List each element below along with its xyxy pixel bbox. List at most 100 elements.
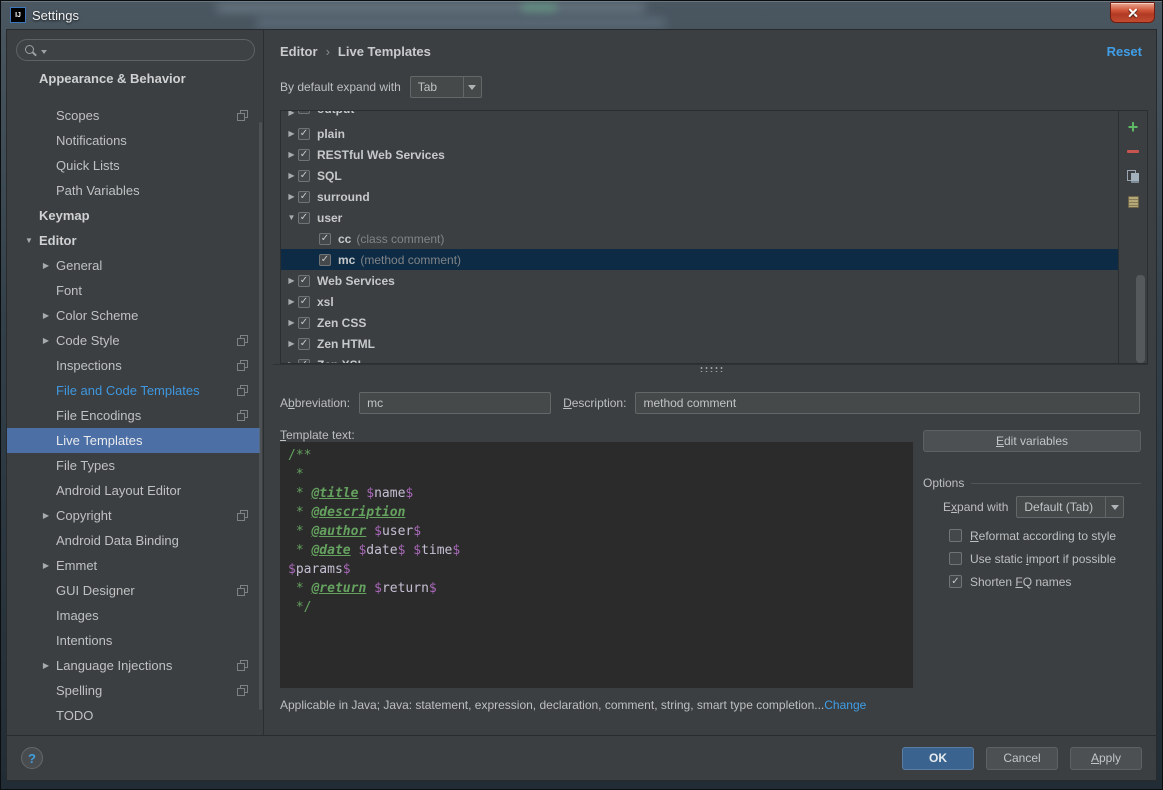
breadcrumb-editor[interactable]: Editor	[280, 44, 318, 59]
sidebar-item-intentions[interactable]: Intentions	[7, 628, 260, 653]
default-expand-dropdown[interactable]: Tab	[410, 76, 482, 98]
add-template-button[interactable]: +	[1124, 118, 1142, 135]
option-checkbox[interactable]	[949, 552, 962, 565]
template-row-web-services[interactable]: ▶Web Services	[281, 270, 1118, 291]
template-enabled-checkbox[interactable]	[298, 212, 310, 224]
template-enabled-checkbox[interactable]	[298, 359, 310, 364]
close-button[interactable]	[1110, 2, 1155, 23]
sidebar-item-file-types[interactable]: File Types	[7, 453, 260, 478]
search-options-arrow-icon[interactable]	[41, 50, 47, 54]
template-enabled-checkbox[interactable]	[298, 296, 310, 308]
template-row-zen-html[interactable]: ▶Zen HTML	[281, 333, 1118, 354]
option-use-static-import-if-possible[interactable]: Use static import if possible	[923, 547, 1141, 570]
restore-defaults-button[interactable]	[1124, 193, 1142, 210]
sidebar-item-android-layout-editor[interactable]: Android Layout Editor	[7, 478, 260, 503]
template-row-zen-css[interactable]: ▶Zen CSS	[281, 312, 1118, 333]
sidebar-item-spelling[interactable]: Spelling	[7, 678, 260, 703]
tree-collapsed-arrow-icon[interactable]: ▶	[285, 186, 298, 207]
sidebar-item-language-injections[interactable]: ▶Language Injections	[7, 653, 260, 678]
tree-collapsed-arrow-icon[interactable]: ▶	[38, 503, 54, 528]
template-row-sql[interactable]: ▶SQL	[281, 165, 1118, 186]
sidebar-item-file-and-code-templates[interactable]: File and Code Templates	[7, 378, 260, 403]
help-button[interactable]: ?	[21, 747, 43, 769]
template-row-mc[interactable]: mc(method comment)	[281, 249, 1118, 270]
ok-button[interactable]: OK	[902, 747, 974, 770]
tree-collapsed-arrow-icon[interactable]: ▶	[285, 165, 298, 186]
tree-collapsed-arrow-icon[interactable]: ▶	[285, 111, 298, 123]
titlebar[interactable]: IJ Settings	[1, 1, 1162, 29]
reset-link[interactable]: Reset	[1107, 44, 1142, 59]
template-enabled-checkbox[interactable]	[298, 170, 310, 182]
template-row-plain[interactable]: ▶plain	[281, 123, 1118, 144]
sidebar-item-editor[interactable]: ▼Editor	[7, 228, 260, 253]
tree-collapsed-arrow-icon[interactable]: ▶	[285, 333, 298, 354]
template-enabled-checkbox[interactable]	[298, 317, 310, 329]
expand-with-dropdown[interactable]: Default (Tab)	[1016, 496, 1124, 518]
tree-collapsed-arrow-icon[interactable]: ▶	[285, 354, 298, 363]
template-row-user[interactable]: ▼user	[281, 207, 1118, 228]
sidebar-item-scopes[interactable]: Scopes	[7, 103, 260, 128]
sidebar-item-keymap[interactable]: Keymap	[7, 203, 260, 228]
sidebar-item-copyright[interactable]: ▶Copyright	[7, 503, 260, 528]
tree-expanded-arrow-icon[interactable]: ▼	[21, 228, 37, 253]
tree-collapsed-arrow-icon[interactable]: ▶	[38, 303, 54, 328]
template-enabled-checkbox[interactable]	[298, 191, 310, 203]
tree-collapsed-arrow-icon[interactable]: ▶	[38, 653, 54, 678]
template-row-cc[interactable]: cc(class comment)	[281, 228, 1118, 249]
template-enabled-checkbox[interactable]	[319, 254, 331, 266]
template-row-output[interactable]: ▶output	[281, 111, 1118, 123]
tree-collapsed-arrow-icon[interactable]: ▶	[38, 553, 54, 578]
sidebar-item-font[interactable]: Font	[7, 278, 260, 303]
template-enabled-checkbox[interactable]	[319, 233, 331, 245]
edit-variables-button[interactable]: Edit variables	[923, 430, 1141, 452]
option-checkbox[interactable]	[949, 575, 962, 588]
template-row-xsl[interactable]: ▶xsl	[281, 291, 1118, 312]
template-enabled-checkbox[interactable]	[298, 128, 310, 140]
template-row-surround[interactable]: ▶surround	[281, 186, 1118, 207]
tree-collapsed-arrow-icon[interactable]: ▶	[285, 123, 298, 144]
apply-button[interactable]: Apply	[1070, 747, 1142, 770]
settings-search-box[interactable]	[16, 39, 255, 61]
sidebar-item-file-colors[interactable]: File Colors	[7, 91, 260, 103]
dropdown-button[interactable]	[463, 77, 481, 97]
sidebar-item-android-data-binding[interactable]: Android Data Binding	[7, 528, 260, 553]
sidebar-item-live-templates[interactable]: Live Templates	[7, 428, 260, 453]
template-row-restful-web-services[interactable]: ▶RESTful Web Services	[281, 144, 1118, 165]
template-editor[interactable]: /** * * @title $name$ * @description * @…	[280, 442, 913, 688]
sidebar-item-path-variables[interactable]: Path Variables	[7, 178, 260, 203]
tree-collapsed-arrow-icon[interactable]: ▶	[285, 270, 298, 291]
sidebar-item-color-scheme[interactable]: ▶Color Scheme	[7, 303, 260, 328]
change-link[interactable]: Change	[824, 698, 866, 712]
template-enabled-checkbox[interactable]	[298, 111, 310, 114]
description-field[interactable]	[635, 392, 1140, 414]
tree-collapsed-arrow-icon[interactable]: ▶	[285, 312, 298, 333]
tree-collapsed-arrow-icon[interactable]: ▶	[38, 328, 54, 353]
option-shorten-fq-names[interactable]: Shorten FQ names	[923, 570, 1141, 593]
tree-collapsed-arrow-icon[interactable]: ▶	[285, 144, 298, 165]
sidebar-item-general[interactable]: ▶General	[7, 253, 260, 278]
panel-splitter[interactable]	[273, 364, 1148, 373]
sidebar-item-notifications[interactable]: Notifications	[7, 128, 260, 153]
tree-expanded-arrow-icon[interactable]: ▼	[285, 207, 298, 228]
duplicate-template-button[interactable]	[1124, 168, 1142, 185]
dropdown-button[interactable]	[1105, 497, 1123, 517]
remove-template-button[interactable]	[1124, 143, 1142, 160]
sidebar-item-todo[interactable]: TODO	[7, 703, 260, 728]
sidebar-item-images[interactable]: Images	[7, 603, 260, 628]
option-checkbox[interactable]	[949, 529, 962, 542]
option-reformat-according-to-style[interactable]: Reformat according to style	[923, 524, 1141, 547]
template-enabled-checkbox[interactable]	[298, 149, 310, 161]
abbreviation-field[interactable]	[359, 392, 551, 414]
tree-collapsed-arrow-icon[interactable]: ▶	[285, 291, 298, 312]
sidebar-item-emmet[interactable]: ▶Emmet	[7, 553, 260, 578]
sidebar-item-inspections[interactable]: Inspections	[7, 353, 260, 378]
template-enabled-checkbox[interactable]	[298, 338, 310, 350]
sidebar-item-gui-designer[interactable]: GUI Designer	[7, 578, 260, 603]
sidebar-item-code-style[interactable]: ▶Code Style	[7, 328, 260, 353]
sidebar-item-appearance-behavior[interactable]: Appearance & Behavior	[7, 66, 260, 91]
splitter-grip-icon[interactable]	[699, 366, 723, 372]
template-row-zen-xsl[interactable]: ▶Zen XSL	[281, 354, 1118, 363]
template-enabled-checkbox[interactable]	[298, 275, 310, 287]
cancel-button[interactable]: Cancel	[986, 747, 1058, 770]
tree-collapsed-arrow-icon[interactable]: ▶	[38, 253, 54, 278]
